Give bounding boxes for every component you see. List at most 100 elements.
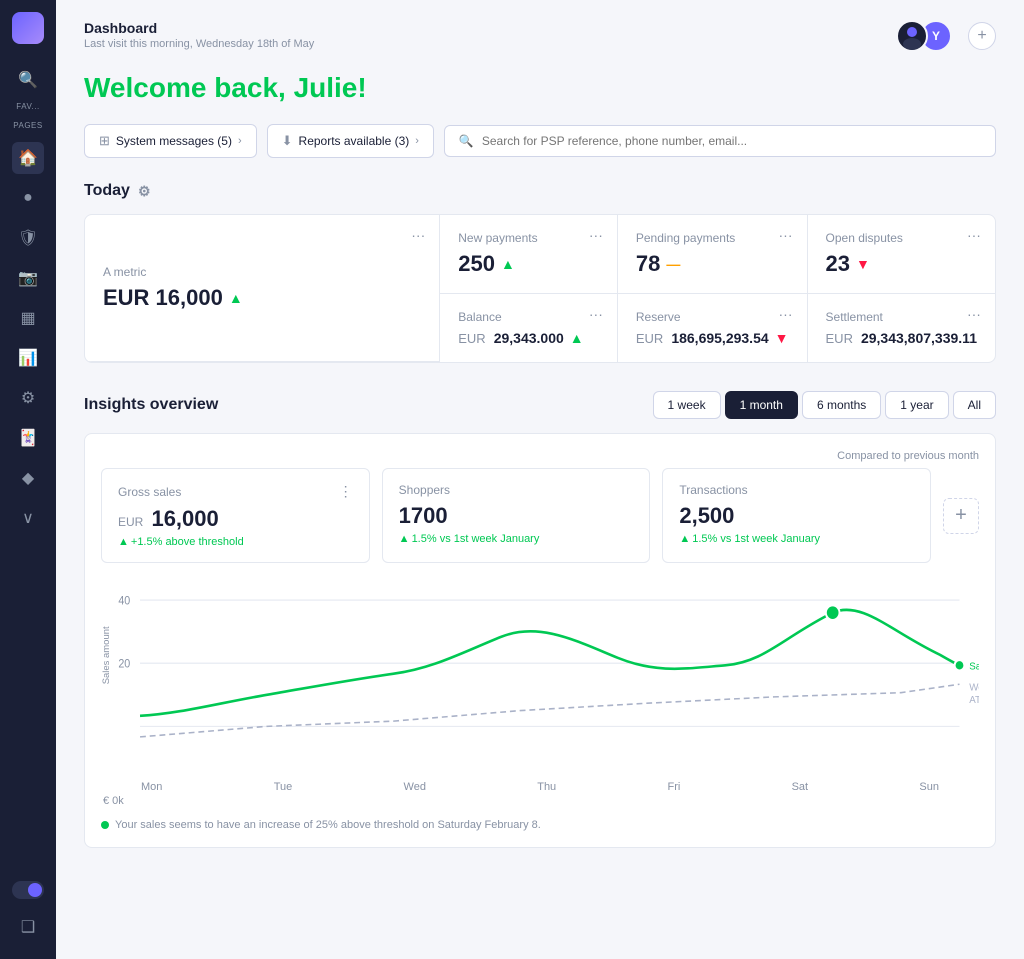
big-metric-trend: ▲	[229, 290, 243, 306]
sidebar: 🔍 FAV... PAGES 🏠 ● 🛡 📷 ▦ 📊 ⚙ 🃏 ◆ ∨ ❑	[0, 0, 56, 959]
search-input[interactable]	[482, 134, 981, 148]
system-messages-button[interactable]: ⊞ System messages (5) ›	[84, 124, 257, 158]
x-label-wed: Wed	[404, 781, 426, 793]
svg-text:ATv: ATv	[969, 695, 979, 706]
svg-text:40: 40	[118, 595, 130, 607]
avatar-1[interactable]	[896, 20, 928, 52]
pending-payments-card: ··· Pending payments 78 —	[618, 215, 808, 294]
system-messages-chevron: ›	[238, 135, 242, 147]
reports-chevron: ›	[415, 135, 419, 147]
sidebar-dashboard-icon[interactable]: 🏠	[12, 142, 44, 174]
reserve-card: ··· Reserve EUR 186,695,293.54 ▼	[618, 294, 808, 362]
reports-button[interactable]: ⬇ Reports available (3) ›	[267, 124, 434, 158]
gross-sales-dots[interactable]: ⋮	[339, 483, 353, 500]
svg-text:Weighted: Weighted	[969, 682, 979, 693]
x-axis-labels: Mon Tue Wed Thu Fri Sat Sun	[101, 781, 979, 793]
sidebar-settings-icon[interactable]: ⚙	[12, 382, 44, 414]
settlement-value: EUR 29,343,807,339.11	[826, 330, 977, 346]
time-filters: 1 week 1 month 6 months 1 year All	[653, 391, 996, 419]
today-gear-icon[interactable]: ⚙	[138, 183, 151, 200]
search-icon: 🔍	[459, 134, 474, 148]
insights-header: Insights overview 1 week 1 month 6 month…	[84, 391, 996, 419]
reserve-trend: ▼	[775, 330, 789, 346]
big-metric-label: A metric	[103, 265, 421, 279]
pending-payments-dots[interactable]: ···	[779, 227, 793, 243]
sidebar-search-icon[interactable]: 🔍	[12, 64, 44, 96]
shoppers-change: ▲1.5% vs 1st week January	[399, 533, 634, 545]
big-metric-card: ··· A metric EUR 16,000 ▲	[85, 215, 440, 362]
gross-sales-card: Gross sales ⋮ EUR 16,000 ▲+1.5% above th…	[101, 468, 370, 563]
new-payments-trend: ▲	[501, 256, 515, 272]
sidebar-diamond-icon[interactable]: ◆	[12, 462, 44, 494]
filter-1month[interactable]: 1 month	[725, 391, 798, 419]
add-button[interactable]: +	[968, 22, 996, 50]
balance-dots[interactable]: ···	[589, 306, 603, 322]
chart-footer: Your sales seems to have an increase of …	[101, 819, 979, 831]
insight-cards-row: Gross sales ⋮ EUR 16,000 ▲+1.5% above th…	[101, 468, 979, 563]
footer-dot	[101, 821, 109, 829]
x-label-sat: Sat	[792, 781, 809, 793]
filter-6months[interactable]: 6 months	[802, 391, 881, 419]
sidebar-circle-icon[interactable]: ●	[12, 182, 44, 214]
compared-label: Compared to previous month	[101, 450, 979, 462]
balance-trend: ▲	[570, 330, 584, 346]
footer-note: Your sales seems to have an increase of …	[115, 819, 541, 831]
sidebar-shield-icon[interactable]: 🛡	[12, 222, 44, 254]
x-label-thu: Thu	[537, 781, 556, 793]
header-left: Dashboard Last visit this morning, Wedne…	[84, 20, 314, 50]
big-metric-value: EUR 16,000 ▲	[103, 285, 421, 311]
action-bar: ⊞ System messages (5) › ⬇ Reports availa…	[84, 124, 996, 158]
shoppers-value: 1700	[399, 503, 634, 529]
sidebar-bottom: ❑	[12, 881, 44, 947]
today-section-title: Today ⚙	[84, 182, 996, 200]
gross-sales-value: EUR 16,000	[118, 506, 353, 532]
page-subtitle: Last visit this morning, Wednesday 18th …	[84, 38, 314, 50]
svg-text:20: 20	[118, 658, 130, 670]
pending-payments-trend: —	[666, 256, 680, 272]
filter-1week[interactable]: 1 week	[653, 391, 721, 419]
open-disputes-dots[interactable]: ···	[967, 227, 981, 243]
message-icon: ⊞	[99, 133, 110, 149]
big-metric-dots[interactable]: ···	[411, 227, 425, 243]
gross-sales-change: ▲+1.5% above threshold	[118, 536, 353, 548]
sidebar-chart-icon[interactable]: 📊	[12, 342, 44, 374]
sidebar-grid-icon[interactable]: ▦	[12, 302, 44, 334]
transactions-value: 2,500	[679, 503, 914, 529]
main-content: Dashboard Last visit this morning, Wedne…	[56, 0, 1024, 959]
sidebar-fav-label: FAV...	[16, 102, 39, 111]
reserve-dots[interactable]: ···	[779, 306, 793, 322]
svg-text:Sales: Sales	[969, 661, 979, 672]
filter-1year[interactable]: 1 year	[885, 391, 948, 419]
balance-value: EUR 29,343.000 ▲	[458, 330, 599, 346]
header-right: Y +	[896, 20, 996, 52]
header: Dashboard Last visit this morning, Wedne…	[84, 20, 996, 52]
theme-toggle[interactable]	[12, 881, 44, 899]
settlement-card: ··· Settlement EUR 29,343,807,339.11	[808, 294, 995, 362]
pending-payments-value: 78 —	[636, 251, 789, 277]
reserve-value: EUR 186,695,293.54 ▼	[636, 330, 789, 346]
search-bar[interactable]: 🔍	[444, 125, 996, 157]
new-payments-card: ··· New payments 250 ▲	[440, 215, 618, 294]
balance-label: Balance	[458, 310, 599, 324]
filter-all[interactable]: All	[953, 391, 996, 419]
settlement-dots[interactable]: ···	[967, 306, 981, 322]
x-label-fri: Fri	[667, 781, 680, 793]
reports-label: Reports available (3)	[299, 134, 410, 148]
sidebar-chevron-down-icon[interactable]: ∨	[12, 502, 44, 534]
metrics-grid: ··· A metric EUR 16,000 ▲ ··· New paymen…	[84, 214, 996, 363]
sidebar-logo[interactable]	[12, 12, 44, 44]
sidebar-bottom-icon[interactable]: ❑	[12, 911, 44, 943]
open-disputes-card: ··· Open disputes 23 ▼	[808, 215, 995, 294]
transactions-change: ▲1.5% vs 1st week January	[679, 533, 914, 545]
chart-area: 40 20 Sales Weighted ATv Sales amount	[101, 579, 979, 779]
sidebar-card-icon[interactable]: 🃏	[12, 422, 44, 454]
insights-panel: Compared to previous month Gross sales ⋮…	[84, 433, 996, 848]
settlement-label: Settlement	[826, 310, 977, 324]
new-payments-label: New payments	[458, 231, 599, 245]
sidebar-camera-icon[interactable]: 📷	[12, 262, 44, 294]
balance-card: ··· Balance EUR 29,343.000 ▲	[440, 294, 618, 362]
add-metric-button[interactable]: +	[943, 498, 979, 534]
open-disputes-trend: ▼	[856, 256, 870, 272]
new-payments-dots[interactable]: ···	[589, 227, 603, 243]
x-label-sun: Sun	[919, 781, 939, 793]
